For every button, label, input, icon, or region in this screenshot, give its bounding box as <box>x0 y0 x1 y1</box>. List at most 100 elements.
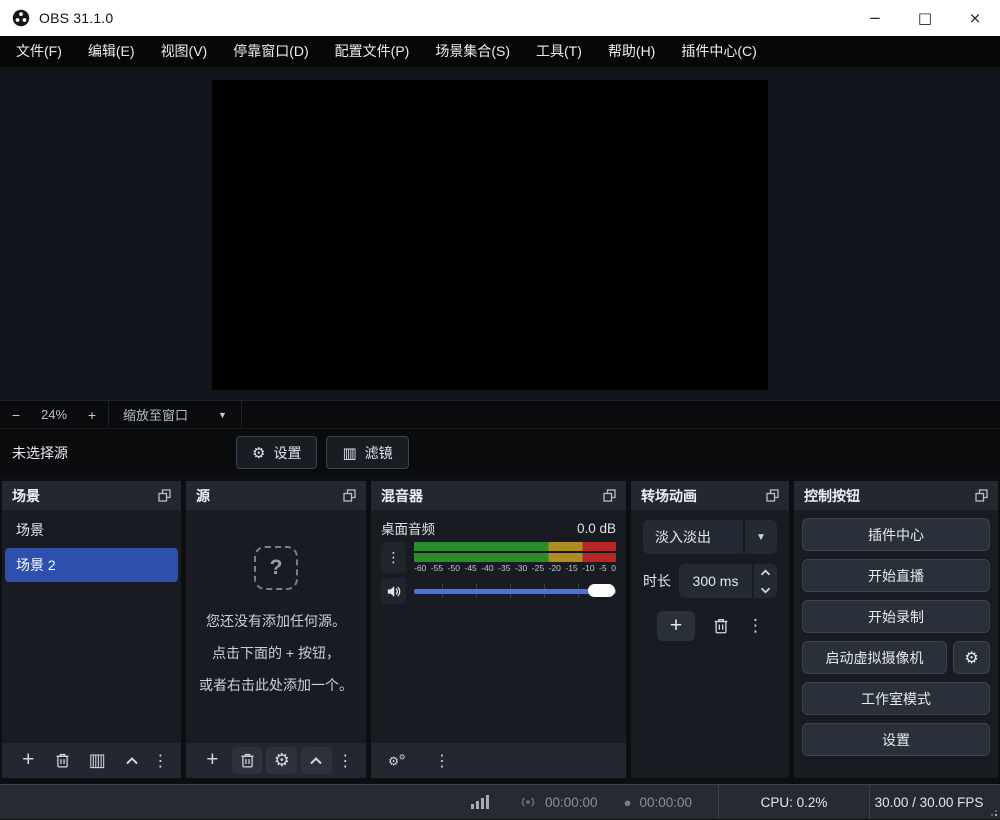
move-scene-up-button[interactable] <box>116 747 146 774</box>
menu-docks[interactable]: 停靠窗口(D) <box>220 36 321 67</box>
properties-button-label: 设置 <box>273 443 301 463</box>
plus-icon: + <box>206 749 218 770</box>
mixer-panel-header: 混音器 <box>371 481 626 510</box>
resize-grip[interactable] <box>988 785 1000 820</box>
menu-file[interactable]: 文件(F) <box>3 36 75 67</box>
virtual-camera-settings-button[interactable]: ⚙ <box>953 641 990 674</box>
obs-logo-icon <box>12 9 30 27</box>
add-transition-button[interactable]: + <box>657 611 695 641</box>
advanced-audio-button[interactable]: ⚙ ⚙ <box>382 747 414 774</box>
chevron-down-icon: ▼ <box>743 520 777 554</box>
zoom-out-button[interactable]: − <box>0 407 32 423</box>
sources-list[interactable]: ? 您还没有添加任何源。 点击下面的 + 按钮， 或者右击此处添加一个。 <box>186 510 366 743</box>
menu-profile[interactable]: 配置文件(P) <box>322 36 423 67</box>
minimize-button[interactable]: − <box>850 0 900 36</box>
add-scene-button[interactable]: + <box>13 747 43 774</box>
preview-canvas[interactable] <box>212 80 768 390</box>
duration-spin-arrows <box>752 564 777 598</box>
record-timer: ● 00:00:00 <box>624 795 692 810</box>
window-title: OBS 31.1.0 <box>39 10 113 26</box>
question-mark-icon: ? <box>254 546 298 590</box>
filters-button[interactable]: ▥ 滤镜 <box>326 436 408 469</box>
window-controls: − □ × <box>850 0 1000 36</box>
mixer-body: 桌面音频 0.0 dB ⋮ -60-55-50-45-40-35-30-25-2… <box>371 510 626 743</box>
plugin-center-button[interactable]: 插件中心 <box>802 518 990 551</box>
meter-bar-right <box>414 553 616 562</box>
start-recording-button[interactable]: 开始录制 <box>802 600 990 633</box>
popout-icon[interactable] <box>975 489 988 502</box>
gear-icon: ⚙ <box>252 444 265 462</box>
close-button[interactable]: × <box>950 0 1000 36</box>
source-properties-button[interactable]: ⚙ <box>266 747 297 774</box>
menu-help[interactable]: 帮助(H) <box>595 36 668 67</box>
spin-down-button[interactable] <box>754 581 777 598</box>
zoom-dropdown-button[interactable]: ▼ <box>204 401 242 428</box>
scenes-panel-title: 场景 <box>12 486 40 506</box>
move-source-up-button[interactable] <box>301 747 332 774</box>
volume-meter <box>414 542 616 562</box>
remove-source-button[interactable] <box>232 747 263 774</box>
remove-transition-button[interactable] <box>712 617 730 635</box>
start-virtual-camera-button[interactable]: 启动虚拟摄像机 <box>802 641 947 674</box>
context-buttons: ⚙ 设置 ▥ 滤镜 <box>236 436 409 469</box>
controls-panel: 控制按钮 插件中心 开始直播 开始录制 启动虚拟摄像机 ⚙ 工作室模式 <box>794 481 998 778</box>
transitions-panel-title: 转场动画 <box>641 486 697 506</box>
status-bar: 00:00:00 ● 00:00:00 CPU: 0.2% 30.00 / 30… <box>0 784 1000 819</box>
transitions-panel-header: 转场动画 <box>631 481 789 510</box>
mute-button[interactable] <box>381 578 406 604</box>
empty-hint-line: 或者右击此处添加一个。 <box>199 673 353 698</box>
record-time: 00:00:00 <box>639 795 692 810</box>
menu-tools[interactable]: 工具(T) <box>523 36 595 67</box>
empty-hint-line: 您还没有添加任何源。 <box>206 609 346 634</box>
transitions-body: 淡入淡出 ▼ 时长 300 ms <box>631 510 789 778</box>
dock-area: 场景 场景 场景 2 + ▥ <box>0 476 1000 784</box>
menu-plugin-center[interactable]: 插件中心(C) <box>668 36 769 67</box>
mixer-menu-button[interactable]: ⋮ <box>432 751 452 771</box>
scene-filters-button[interactable]: ▥ <box>82 747 112 774</box>
svg-text:⚙: ⚙ <box>388 754 399 769</box>
trash-icon <box>54 752 71 769</box>
meter-bar-left <box>414 542 616 551</box>
menu-bar: 文件(F) 编辑(E) 视图(V) 停靠窗口(D) 配置文件(P) 场景集合(S… <box>0 36 1000 67</box>
transition-menu-button[interactable]: ⋮ <box>747 616 763 636</box>
properties-button[interactable]: ⚙ 设置 <box>236 436 317 469</box>
transition-select[interactable]: 淡入淡出 ▼ <box>643 520 777 554</box>
svg-text:⚙: ⚙ <box>399 753 406 762</box>
maximize-button[interactable]: □ <box>900 0 950 36</box>
volume-slider[interactable] <box>414 578 616 604</box>
popout-icon[interactable] <box>603 489 616 502</box>
scene-item[interactable]: 场景 <box>5 513 178 547</box>
audio-mixer-panel: 混音器 桌面音频 0.0 dB ⋮ <box>371 481 626 778</box>
signal-strength-icon <box>471 795 489 809</box>
slider-handle[interactable] <box>588 584 615 597</box>
duration-spinbox[interactable]: 300 ms <box>679 564 777 598</box>
zoom-in-button[interactable]: + <box>76 407 108 423</box>
menu-edit[interactable]: 编辑(E) <box>75 36 148 67</box>
remove-scene-button[interactable] <box>47 747 77 774</box>
filters-button-label: 滤镜 <box>365 443 393 463</box>
sources-menu-button[interactable]: ⋮ <box>336 751 355 771</box>
menu-view[interactable]: 视图(V) <box>148 36 221 67</box>
scenes-menu-button[interactable]: ⋮ <box>151 751 170 771</box>
start-streaming-button[interactable]: 开始直播 <box>802 559 990 592</box>
popout-icon[interactable] <box>766 489 779 502</box>
popout-icon[interactable] <box>343 489 356 502</box>
filter-icon: ▥ <box>342 444 356 462</box>
popout-icon[interactable] <box>158 489 171 502</box>
sources-empty-state: ? 您还没有添加任何源。 点击下面的 + 按钮， 或者右击此处添加一个。 <box>186 510 366 743</box>
menu-scene-collection[interactable]: 场景集合(S) <box>422 36 523 67</box>
spin-up-button[interactable] <box>754 564 777 581</box>
scenes-toolbar: + ▥ ⋮ <box>2 743 181 778</box>
advanced-audio-icon: ⚙ ⚙ <box>388 752 408 769</box>
add-source-button[interactable]: + <box>197 747 228 774</box>
mixer-source-menu-button[interactable]: ⋮ <box>381 542 406 573</box>
scene-item-selected[interactable]: 场景 2 <box>5 548 178 582</box>
zoom-level: 24% <box>32 407 76 422</box>
controls-body: 插件中心 开始直播 开始录制 启动虚拟摄像机 ⚙ 工作室模式 设置 <box>794 510 998 778</box>
no-source-label: 未选择源 <box>12 443 68 463</box>
sources-toolbar: + ⚙ ⋮ <box>186 743 366 778</box>
studio-mode-button[interactable]: 工作室模式 <box>802 682 990 715</box>
preview-zoom-bar: − 24% + 缩放至窗口 ▼ <box>0 400 1000 428</box>
fit-to-window-label[interactable]: 缩放至窗口 <box>109 405 204 424</box>
settings-button[interactable]: 设置 <box>802 723 990 756</box>
